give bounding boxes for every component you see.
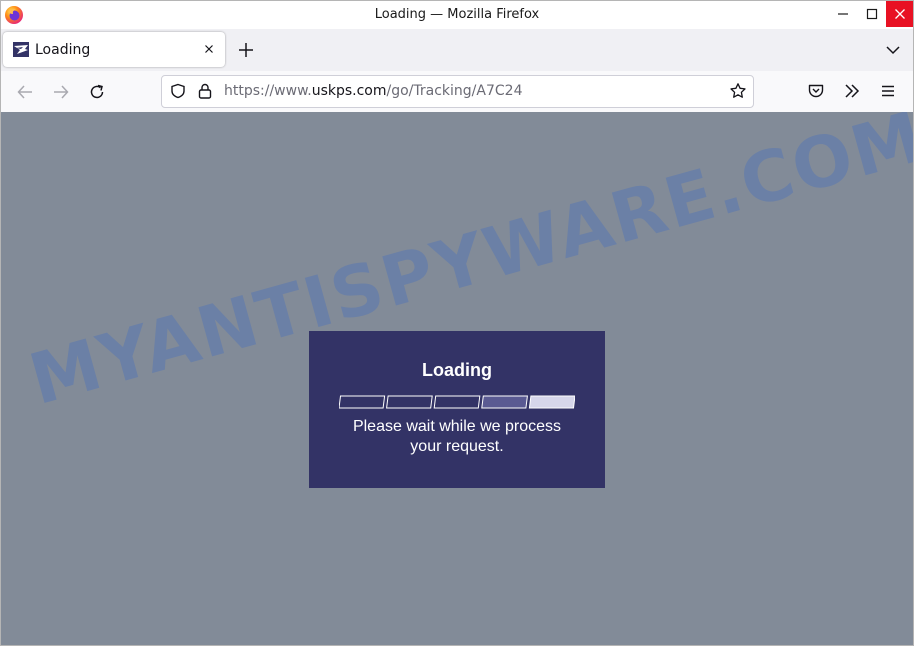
url-prefix: https://www. <box>224 83 312 99</box>
window-title: Loading — Mozilla Firefox <box>374 7 540 22</box>
progress-segment <box>386 395 433 409</box>
close-icon <box>894 9 905 19</box>
chevrons-right-icon[interactable] <box>843 82 861 100</box>
list-all-tabs-chevron-icon[interactable] <box>885 42 901 58</box>
tab-close-icon[interactable] <box>201 41 217 57</box>
arrow-right-icon[interactable] <box>52 83 70 101</box>
tab-loading[interactable]: Loading <box>3 32 225 67</box>
pocket-icon[interactable] <box>807 82 825 100</box>
lock-icon[interactable] <box>198 83 212 99</box>
progress-segment <box>528 395 575 409</box>
close-window-button[interactable] <box>886 1 913 27</box>
arrow-left-icon[interactable] <box>16 83 34 101</box>
minimize-button[interactable] <box>828 1 857 27</box>
progress-segment <box>339 395 386 409</box>
maximize-button[interactable] <box>857 1 886 27</box>
progress-segment <box>481 395 528 409</box>
minimize-icon <box>837 13 848 15</box>
url-domain: uskps.com <box>311 83 387 99</box>
hamburger-menu-icon[interactable] <box>879 82 897 100</box>
navigation-toolbar: https://www.uskps.com/go/Tracking/A7C24 <box>1 71 913 113</box>
shield-icon[interactable] <box>170 83 186 99</box>
progress-segment <box>433 395 481 409</box>
loading-dialog: Loading Please wait while we process you… <box>309 331 605 488</box>
tab-title: Loading <box>35 42 91 58</box>
address-bar[interactable]: https://www.uskps.com/go/Tracking/A7C24 <box>161 75 754 108</box>
title-bar: Loading — Mozilla Firefox <box>1 1 913 29</box>
page-content: MYANTISPYWARE.COM Loading Please wait wh… <box>1 112 913 645</box>
window-controls <box>828 1 913 27</box>
progress-bar <box>339 395 575 409</box>
url-path: /go/Tracking/A7C24 <box>386 83 523 99</box>
loading-message: Please wait while we process your reques… <box>352 418 562 455</box>
usps-eagle-icon <box>13 42 29 57</box>
browser-window: Loading — Mozilla Firefox Loading https:… <box>0 0 914 646</box>
star-icon[interactable] <box>729 82 747 100</box>
reload-icon[interactable] <box>88 83 106 101</box>
tab-strip: Loading <box>1 29 913 71</box>
url-text[interactable]: https://www.uskps.com/go/Tracking/A7C24 <box>224 83 522 99</box>
new-tab-plus-icon[interactable] <box>237 41 255 59</box>
maximize-icon <box>866 8 877 20</box>
loading-title: Loading <box>422 360 492 380</box>
